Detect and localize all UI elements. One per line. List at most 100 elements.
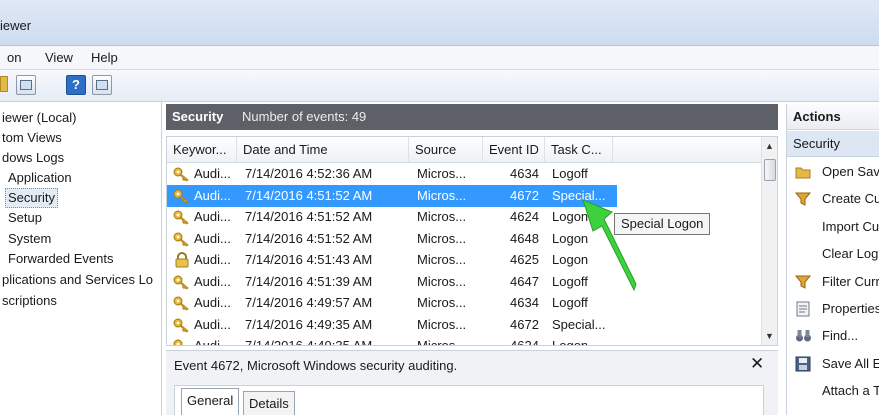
cell-event-id: 4672 <box>510 187 539 203</box>
tree-item-system[interactable]: System <box>6 229 53 249</box>
menu-action[interactable]: on <box>7 50 21 65</box>
cell-date-time: 7/14/2016 4:49:35 AM <box>245 338 373 346</box>
tree-item-application[interactable]: Application <box>6 168 74 188</box>
cell-source: Micros... <box>417 209 467 224</box>
cell-keyword: Audi... <box>194 252 231 267</box>
event-list-header: Keywor... Date and Time Source Event ID … <box>167 137 761 163</box>
funnel-icon <box>794 274 812 290</box>
cell-keyword: Audi... <box>194 273 231 289</box>
cell-date-time: 7/14/2016 4:51:52 AM <box>245 209 373 224</box>
cell-task-category: Logon <box>552 252 589 267</box>
menu-bar: on View Help <box>0 46 879 70</box>
scroll-thumb[interactable] <box>764 159 776 181</box>
cell-event-id: 4624 <box>510 209 539 224</box>
cell-event-id: 4647 <box>510 273 539 289</box>
key-icon <box>173 274 191 290</box>
event-detail-title: Event 4672, Microsoft Windows security a… <box>174 358 458 373</box>
column-task-category[interactable]: Task C... <box>545 137 613 163</box>
cell-date-time: 7/14/2016 4:52:36 AM <box>245 166 373 181</box>
column-date-time[interactable]: Date and Time <box>237 137 409 163</box>
cell-source: Micros... <box>417 230 467 246</box>
cell-keyword: Audi... <box>194 230 231 246</box>
cell-source: Micros... <box>417 273 467 289</box>
action-item[interactable]: Filter Curr <box>787 269 879 296</box>
cell-date-time: 7/14/2016 4:51:52 AM <box>245 187 373 203</box>
event-list: Keywor... Date and Time Source Event ID … <box>166 136 778 346</box>
cell-event-id: 4648 <box>510 230 539 246</box>
event-list-scrollbar[interactable]: ▲ ▼ <box>761 137 777 345</box>
scroll-down-icon[interactable]: ▼ <box>765 331 774 341</box>
cell-event-id: 4624 <box>510 338 539 346</box>
show-hide-tree-icon[interactable] <box>16 75 36 95</box>
action-item-label: Create Cu <box>822 191 879 207</box>
key-icon <box>173 166 191 182</box>
lock-icon <box>173 252 191 268</box>
cell-source: Micros... <box>417 252 467 267</box>
disk-icon <box>795 356 811 372</box>
action-item-label: Clear Log <box>822 246 879 262</box>
action-item[interactable]: Open Sav <box>787 159 879 186</box>
key-icon <box>173 295 191 311</box>
tab-general[interactable]: General <box>181 388 240 415</box>
action-item[interactable]: Import Cu <box>787 214 879 241</box>
cell-task-category: Logon <box>552 209 589 224</box>
folder-icon[interactable] <box>0 76 8 92</box>
close-icon[interactable]: ✕ <box>750 354 764 374</box>
menu-help[interactable]: Help <box>91 50 118 65</box>
table-row[interactable]: Audi... 7/14/2016 4:51:39 AM Micros... 4647… <box>167 271 761 293</box>
selection-highlight <box>167 184 617 207</box>
table-row[interactable]: Audi... 7/14/2016 4:49:35 AM Micros... 4672… <box>167 314 761 336</box>
actions-section-security[interactable]: Security <box>787 131 879 157</box>
action-item-label: Open Sav <box>822 164 879 179</box>
action-item[interactable]: Clear Log <box>787 241 879 268</box>
cell-keyword: Audi... <box>194 316 231 332</box>
binoculars-icon <box>795 328 811 344</box>
cell-keyword: Audi... <box>194 187 231 203</box>
table-row[interactable]: Audi... 7/14/2016 4:49:57 AM Micros... 4634… <box>167 292 761 314</box>
cell-event-id: 4672 <box>510 316 539 332</box>
cell-source: Micros... <box>417 295 467 310</box>
action-item[interactable]: Find... <box>787 323 879 350</box>
action-item[interactable]: Save All E <box>787 351 879 378</box>
tree-item-forwarded-events[interactable]: Forwarded Events <box>6 249 116 269</box>
tree-item-windows-logs[interactable]: dows Logs <box>0 148 66 168</box>
cell-date-time: 7/14/2016 4:51:39 AM <box>245 273 373 289</box>
column-source[interactable]: Source <box>409 137 483 163</box>
task-category-tooltip: Special Logon <box>614 213 711 235</box>
tree-item-security[interactable]: Security <box>5 188 58 208</box>
event-detail-pane: Event 4672, Microsoft Windows security a… <box>166 350 778 415</box>
tab-details[interactable]: Details <box>243 391 295 415</box>
scroll-up-icon[interactable]: ▲ <box>765 141 774 151</box>
log-header-bar: Security Number of events: 49 <box>166 104 778 130</box>
action-item[interactable]: Properties <box>787 296 879 323</box>
table-row[interactable]: Audi... 7/14/2016 4:49:35 AM Micros... 4624… <box>167 335 761 346</box>
action-item-label: Save All E <box>822 355 879 371</box>
action-item[interactable]: Attach a T <box>787 378 879 405</box>
table-row[interactable]: Audi... 7/14/2016 4:51:43 AM Micros... 4625… <box>167 249 761 271</box>
tree-item-applications-services[interactable]: plications and Services Lo <box>0 270 155 290</box>
cell-keyword: Audi... <box>194 209 231 224</box>
cell-date-time: 7/14/2016 4:51:52 AM <box>245 230 373 246</box>
key-icon <box>173 231 191 247</box>
table-row[interactable]: Audi... 7/14/2016 4:51:52 AM Micros... 4672… <box>167 184 761 207</box>
log-title: Security <box>172 109 224 124</box>
tree-item-custom-views[interactable]: tom Views <box>0 128 64 148</box>
column-event-id[interactable]: Event ID <box>483 137 545 163</box>
help-icon[interactable]: ? <box>66 75 86 95</box>
funnel-icon <box>794 191 812 207</box>
tree-item-subscriptions[interactable]: scriptions <box>0 291 59 311</box>
key-icon <box>173 209 191 225</box>
action-item-label: Properties <box>822 301 879 316</box>
cell-date-time: 7/14/2016 4:51:43 AM <box>245 252 373 267</box>
show-hide-action-pane-icon[interactable] <box>92 75 112 95</box>
column-keywords[interactable]: Keywor... <box>167 137 237 163</box>
cell-source: Micros... <box>417 187 467 203</box>
folder-open-icon <box>795 164 811 180</box>
table-row[interactable]: Audi... 7/14/2016 4:52:36 AM Micros... 4634… <box>167 163 761 185</box>
tree-item-root[interactable]: iewer (Local) <box>0 108 78 128</box>
action-item-label: Import Cu <box>822 218 879 234</box>
action-item-label: Find... <box>822 328 859 344</box>
action-item[interactable]: Create Cu <box>787 186 879 213</box>
menu-view[interactable]: View <box>45 50 73 65</box>
tree-item-setup[interactable]: Setup <box>6 208 44 228</box>
